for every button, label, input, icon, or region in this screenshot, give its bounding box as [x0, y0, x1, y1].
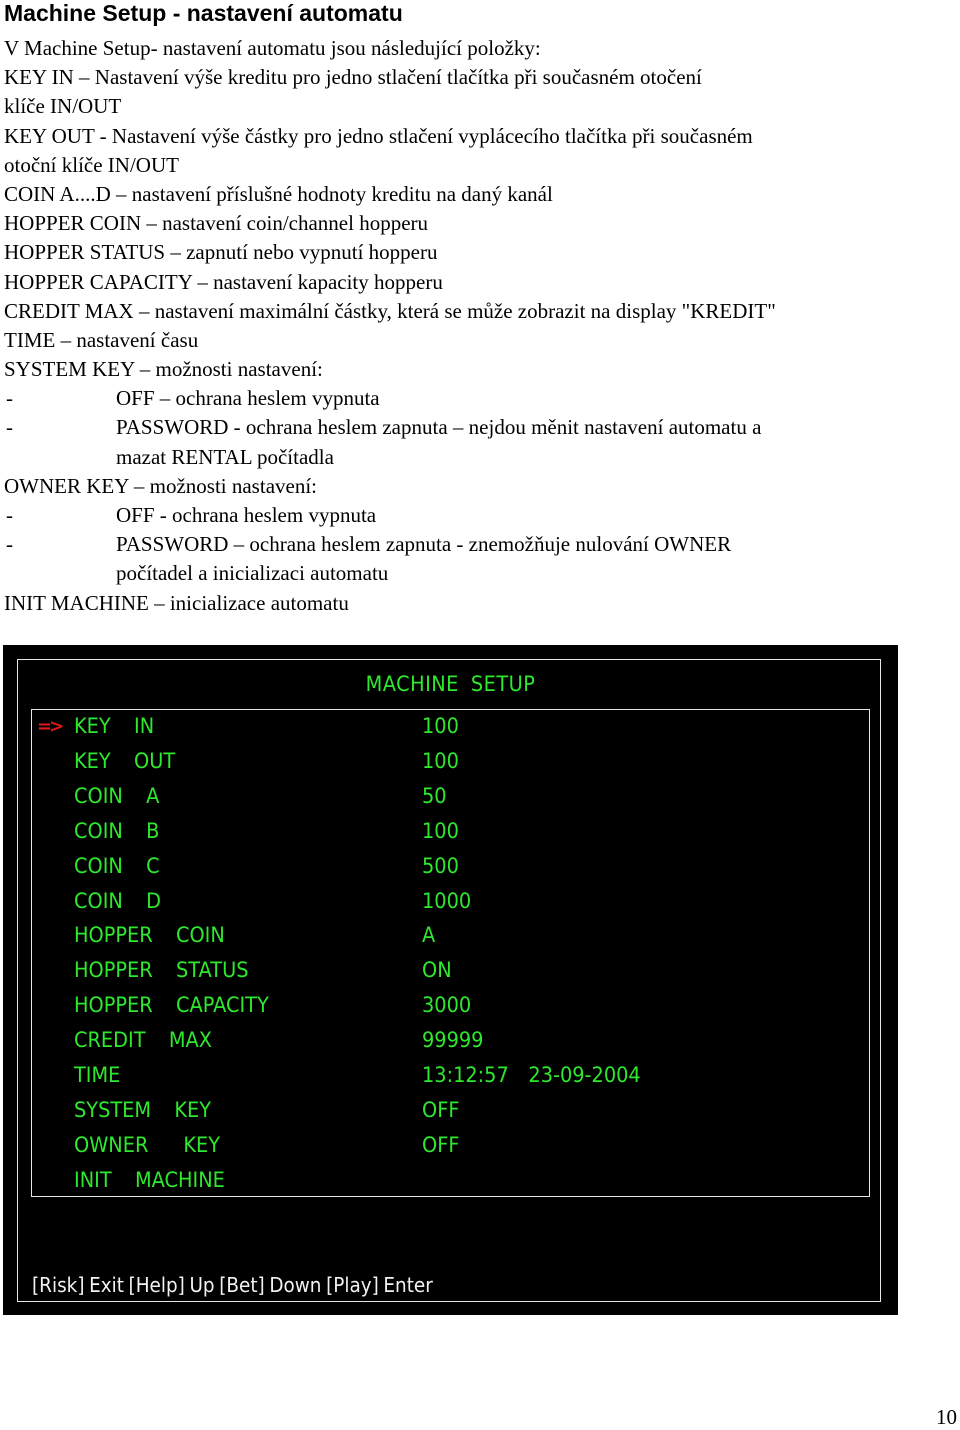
setting-label: INIT MACHINE [74, 1167, 225, 1192]
setting-label: HOPPER COIN [74, 923, 225, 948]
setting-value: 1000 [422, 888, 472, 913]
bullet-item: - OFF - ochrana heslem vypnuta [4, 501, 776, 530]
setting-label: CREDIT MAX [74, 1028, 212, 1053]
setup-menu-item[interactable]: TIME 13:12:57 23-09-2004 [3, 1063, 898, 1098]
description-line: SYSTEM KEY – možnosti nastavení: [4, 357, 323, 382]
description-line: HOPPER CAPACITY – nastavení kapacity hop… [4, 269, 443, 294]
setup-menu-item[interactable]: CREDIT MAX 99999 [3, 1028, 898, 1063]
bullet-item: - PASSWORD – ochrana heslem zapnuta - zne… [4, 530, 776, 559]
key-action: Down [269, 1273, 322, 1297]
screen-title: MACHINE SETUP [365, 672, 536, 696]
key-label: [Help] [128, 1273, 185, 1297]
description-line: KEY IN – Nastavení výše kreditu pro jedn… [4, 65, 702, 90]
setup-menu-item[interactable]: => KEY IN 100 [3, 714, 898, 749]
setting-label: COIN D [74, 888, 162, 913]
setting-value: 100 [422, 748, 459, 773]
setup-menu-item[interactable]: INIT MACHINE [3, 1168, 898, 1203]
selection-arrow-icon: => [37, 716, 64, 737]
setup-menu-item[interactable]: HOPPER COIN A [3, 923, 898, 958]
machine-setup-screen: MACHINE SETUP => KEY IN 100 KEY OUT 100 COIN … [3, 645, 898, 1315]
bullet-dash: - [6, 415, 13, 440]
bullet-text: OFF - ochrana heslem vypnuta [116, 503, 377, 527]
setting-label: OWNER KEY [74, 1132, 221, 1157]
description-line: počítadel a inicializaci automatu [116, 561, 389, 586]
setup-menu-item[interactable]: COIN A 50 [3, 784, 898, 819]
key-action: Exit [89, 1273, 124, 1297]
setting-label: HOPPER STATUS [74, 958, 249, 983]
description-line: CREDIT MAX – nastavení maximální částky,… [4, 298, 776, 323]
setting-label: COIN B [74, 818, 160, 843]
setting-value: 100 [422, 714, 459, 738]
key-label: [Play] [326, 1273, 379, 1297]
bullet-dash: - [6, 386, 13, 411]
bullet-text: PASSWORD - ochrana heslem zapnuta – nejd… [116, 415, 762, 440]
key-action: Enter [383, 1273, 433, 1297]
description-line: mazat RENTAL počítadla [116, 444, 334, 469]
setting-value: 100 [422, 818, 459, 843]
bullet-text: PASSWORD – ochrana heslem zapnuta - znem… [116, 532, 732, 557]
bullet-dash: - [6, 532, 13, 557]
description-line: TIME – nastavení času [4, 327, 199, 352]
description-line: HOPPER COIN – nastavení coin/channel hop… [4, 211, 429, 236]
setting-label: COIN C [74, 853, 160, 878]
page-heading: Machine Setup - nastavení automatu [4, 0, 403, 26]
description-line: KEY OUT - Nastavení výše částky pro jedn… [4, 123, 753, 148]
setup-menu-item[interactable]: SYSTEM KEY OFF [3, 1098, 898, 1133]
setting-value: OFF [422, 1097, 460, 1122]
description-line: otoční klíče IN/OUT [4, 152, 179, 177]
key-label: [Risk] [32, 1273, 85, 1297]
setting-value: 500 [422, 853, 459, 878]
setting-value: 3000 [422, 993, 472, 1018]
page-number: 10 [936, 1405, 957, 1429]
intro-line: V Machine Setup- nastavení automatu jsou… [4, 36, 541, 60]
description-line: OWNER KEY – možnosti nastavení: [4, 473, 318, 498]
setup-menu-item[interactable]: HOPPER STATUS ON [3, 958, 898, 993]
description-line: INIT MACHINE – inicializace automatu [4, 590, 349, 615]
setting-label: TIME [74, 1063, 121, 1087]
setting-value: 13:12:57 23-09-2004 [422, 1063, 641, 1087]
setting-label: SYSTEM KEY [74, 1097, 212, 1122]
setting-value: 99999 [422, 1028, 484, 1053]
setting-value: A [422, 923, 436, 948]
setup-menu-item[interactable]: KEY OUT 100 [3, 749, 898, 784]
description-line: klíče IN/OUT [4, 94, 122, 119]
bullet-item: - PASSWORD - ochrana heslem zapnuta – nej… [4, 413, 776, 442]
setting-label: KEY OUT [74, 748, 176, 773]
setup-menu-item[interactable]: COIN C 500 [3, 854, 898, 889]
setting-value: OFF [422, 1132, 460, 1157]
description-line: HOPPER STATUS – zapnutí nebo vypnutí hop… [4, 240, 438, 265]
key-legend: [Risk] Exit [Help] Up [Bet] Down [Play] Enter [32, 1273, 437, 1297]
key-label: [Bet] [219, 1273, 265, 1297]
setting-value: ON [422, 958, 452, 983]
description-lines: KEY IN – Nastavení výše kreditu pro jedn… [4, 63, 776, 618]
setup-menu-item[interactable]: HOPPER CAPACITY 3000 [3, 993, 898, 1028]
setup-menu-item[interactable]: OWNER KEY OFF [3, 1133, 898, 1168]
description-text: V Machine Setup- nastavení automatu jsou… [4, 34, 776, 618]
setup-menu-item[interactable]: COIN B 100 [3, 819, 898, 854]
setting-label: COIN A [74, 783, 160, 808]
setting-label: HOPPER CAPACITY [74, 993, 269, 1018]
bullet-dash: - [6, 503, 13, 527]
setting-value: 50 [422, 783, 447, 808]
description-line: COIN A....D – nastavení příslušné hodnot… [4, 181, 553, 206]
key-action: Up [189, 1273, 215, 1297]
setting-label: KEY IN [74, 714, 155, 738]
setup-menu-item[interactable]: COIN D 1000 [3, 889, 898, 924]
bullet-text: OFF – ochrana heslem vypnuta [116, 386, 380, 411]
bullet-item: - OFF – ochrana heslem vypnuta [4, 384, 776, 413]
